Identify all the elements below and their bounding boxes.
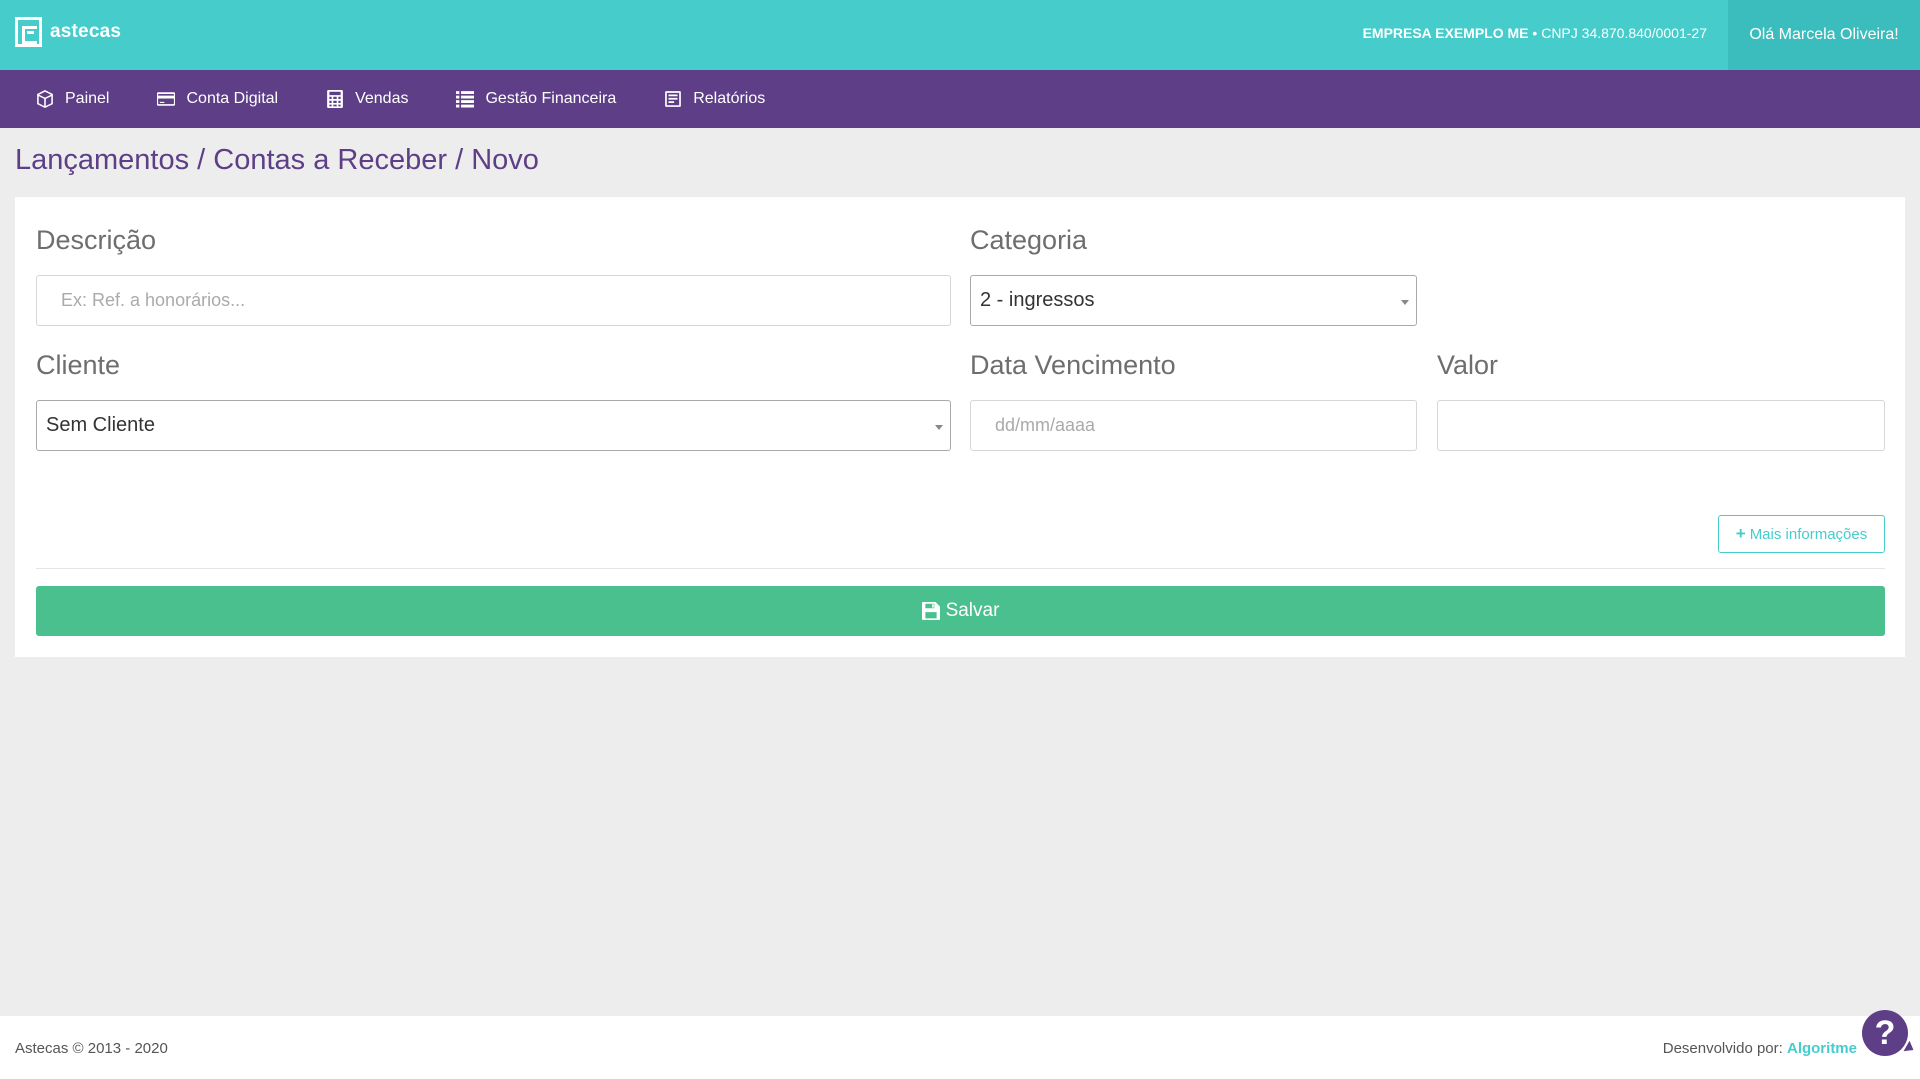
cliente-label: Cliente bbox=[36, 350, 121, 380]
plus-icon: + bbox=[1735, 524, 1746, 543]
developed-by: Desenvolvido por: Algoritme bbox=[1663, 1040, 1857, 1057]
cliente-selected-value: Sem Cliente bbox=[46, 414, 155, 436]
cube-icon bbox=[37, 90, 53, 108]
data-vencimento-input[interactable] bbox=[970, 400, 1417, 451]
chevron-down-icon bbox=[935, 425, 943, 430]
data-vencimento-label: Data Vencimento bbox=[970, 350, 1176, 380]
save-button[interactable]: Salvar bbox=[36, 586, 1885, 636]
main-nav: Painel Conta Digital Vendas Gestão Finan… bbox=[0, 70, 1920, 128]
company-name: EMPRESA EXEMPLO ME bbox=[1362, 25, 1529, 41]
report-icon bbox=[665, 91, 682, 107]
categoria-label: Categoria bbox=[970, 225, 1088, 255]
form-card: Descrição Categoria 2 - ingressos Client… bbox=[15, 197, 1905, 657]
nav-label: Gestão Financeira bbox=[485, 90, 617, 107]
valor-label: Valor bbox=[1437, 350, 1499, 380]
descricao-input[interactable] bbox=[36, 275, 951, 326]
divider bbox=[36, 568, 1885, 569]
list-icon bbox=[456, 91, 475, 108]
cliente-select[interactable]: Sem Cliente bbox=[36, 400, 951, 451]
user-greeting-menu[interactable]: Olá Marcela Oliveira! bbox=[1728, 0, 1920, 70]
nav-label: Relatórios bbox=[693, 90, 766, 107]
help-chat-button[interactable]: ? bbox=[1862, 1010, 1908, 1056]
valor-input[interactable] bbox=[1437, 400, 1885, 451]
footer: Astecas © 2013 - 2020 Desenvolvido por: … bbox=[0, 1016, 1920, 1079]
calculator-icon bbox=[327, 90, 343, 108]
nav-label: Painel bbox=[65, 90, 110, 107]
page-title: Lançamentos / Contas a Receber / Novo bbox=[15, 144, 539, 176]
credit-card-icon bbox=[157, 92, 176, 106]
logo-icon bbox=[15, 17, 42, 47]
nav-label: Conta Digital bbox=[186, 90, 279, 107]
chevron-down-icon bbox=[1401, 300, 1409, 305]
categoria-select[interactable]: 2 - ingressos bbox=[970, 275, 1417, 326]
copyright-text: Astecas © 2013 - 2020 bbox=[15, 1040, 168, 1057]
nav-item-painel[interactable]: Painel bbox=[36, 90, 109, 108]
logo-text: astecas bbox=[50, 21, 122, 42]
nav-item-relatorios[interactable]: Relatórios bbox=[664, 90, 765, 108]
nav-label: Vendas bbox=[355, 90, 409, 107]
floppy-disk-icon bbox=[921, 602, 940, 620]
more-info-button[interactable]: + Mais informações bbox=[1718, 515, 1885, 553]
astecas-logo[interactable]: astecas bbox=[15, 17, 121, 47]
nav-item-vendas[interactable]: Vendas bbox=[326, 90, 408, 108]
company-separator: • bbox=[1532, 25, 1538, 41]
descricao-label: Descrição bbox=[36, 225, 157, 255]
company-info: EMPRESA EXEMPLO ME • CNPJ 34.870.840/000… bbox=[1363, 25, 1707, 41]
nav-item-gestao-financeira[interactable]: Gestão Financeira bbox=[456, 90, 616, 108]
developed-by-label: Desenvolvido por: bbox=[1662, 1040, 1783, 1057]
nav-item-conta-digital[interactable]: Conta Digital bbox=[157, 90, 278, 108]
more-info-label: Mais informações bbox=[1749, 525, 1868, 543]
save-label: Salvar bbox=[945, 600, 1000, 621]
top-header: astecas EMPRESA EXEMPLO ME • CNPJ 34.870… bbox=[0, 0, 1920, 70]
categoria-selected-value: 2 - ingressos bbox=[980, 289, 1095, 311]
developer-link[interactable]: Algoritme bbox=[1787, 1040, 1857, 1057]
company-cnpj: CNPJ 34.870.840/0001-27 bbox=[1541, 25, 1707, 41]
